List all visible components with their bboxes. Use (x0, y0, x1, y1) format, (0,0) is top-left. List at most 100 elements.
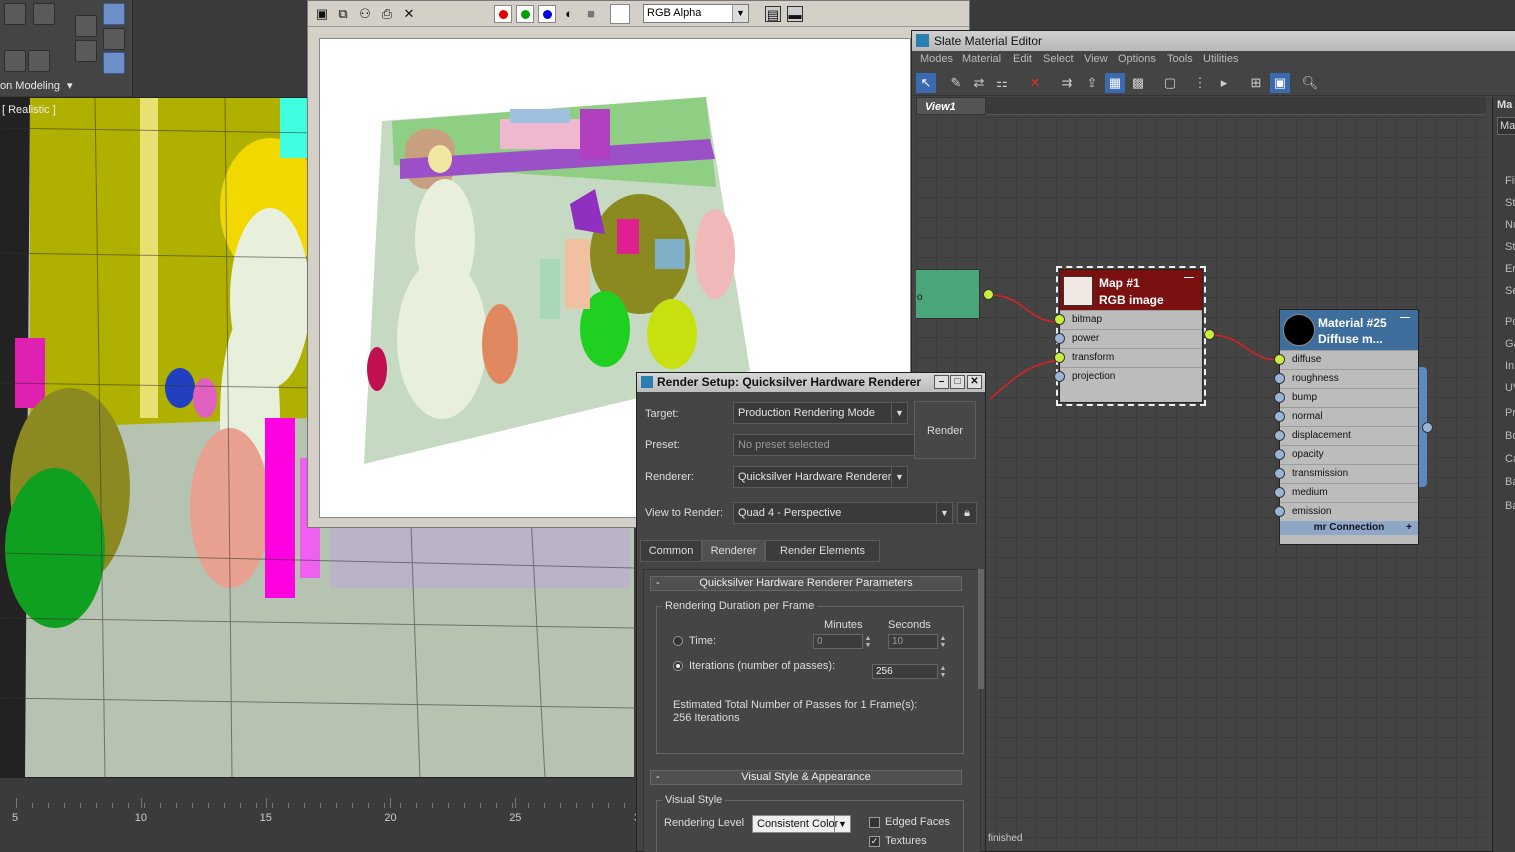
renderer-dropdown[interactable]: Quicksilver Hardware Renderer ▼ (733, 466, 908, 488)
move-up-icon[interactable] (75, 15, 97, 37)
viewport-label[interactable]: [ Realistic ] (2, 104, 56, 116)
delete-icon[interactable]: ✕ (1025, 73, 1045, 93)
alpha-icon[interactable]: ◐ (561, 6, 577, 22)
preset-dropdown[interactable]: No preset selected ▼ (733, 434, 933, 456)
edged-faces-checkbox[interactable] (869, 817, 880, 828)
map-node-header[interactable]: Map #1 RGB image — (1060, 270, 1202, 310)
box-icon[interactable] (4, 3, 26, 25)
input-socket[interactable] (1054, 314, 1065, 325)
layout-children-icon[interactable]: ▸ (1214, 73, 1234, 93)
node-slot-diffuse[interactable]: diffuse (1274, 350, 1418, 369)
clear-icon[interactable]: ✕ (401, 6, 417, 22)
node-slot-normal[interactable]: normal (1274, 407, 1418, 426)
target-dropdown[interactable]: Production Rendering Mode ▼ (733, 402, 908, 424)
menu-modes[interactable]: Modes (920, 53, 953, 65)
node-slot-emission[interactable]: emission (1274, 502, 1418, 521)
input-socket[interactable] (1274, 392, 1285, 403)
lock-icon[interactable]: 🔒︎ (957, 502, 977, 524)
toggle-ui-icon[interactable]: ▤ (765, 6, 781, 22)
node-slot-projection[interactable]: projection (1054, 367, 1202, 386)
layout-vertical-icon[interactable]: ⋮ (1190, 73, 1210, 93)
red-channel-toggle[interactable] (494, 5, 512, 23)
tab-common[interactable]: Common (640, 540, 702, 562)
map-node[interactable]: Map #1 RGB image — bitmap power transform p… (1054, 266, 1206, 406)
input-socket[interactable] (1274, 430, 1285, 441)
parameter-editor-icon[interactable]: ⊞ (1246, 73, 1266, 93)
copy-icon[interactable]: ⧉ (335, 6, 351, 22)
toggle-overlay-icon[interactable]: ▬ (787, 6, 803, 22)
view-to-render-dropdown[interactable]: Quad 4 - Perspective ▼ (733, 502, 953, 524)
visual-style-rollout-header[interactable]: - Visual Style & Appearance (650, 770, 962, 785)
tab-renderer[interactable]: Renderer (702, 540, 765, 562)
qs-params-rollout-header[interactable]: - Quicksilver Hardware Renderer Paramete… (650, 576, 962, 591)
node-slot-transmission[interactable]: transmission (1274, 464, 1418, 483)
rendering-level-dropdown[interactable]: Consistent Color ▼ (752, 815, 851, 833)
minimize-button[interactable]: – (934, 375, 949, 389)
menu-material[interactable]: Material (962, 53, 1001, 65)
search-icon[interactable]: 🔍︎ (1300, 73, 1320, 93)
input-socket[interactable] (1274, 487, 1285, 498)
input-socket[interactable] (1054, 352, 1065, 363)
snap-icon[interactable] (4, 50, 26, 72)
time-seconds-spinner[interactable]: 10 ▲ ▼ (888, 634, 946, 649)
timeline-ruler[interactable]: 5101520253035404550 (0, 777, 1145, 852)
green-channel-toggle[interactable] (516, 5, 534, 23)
pick-material-icon[interactable]: ✎ (946, 73, 966, 93)
preview-icon[interactable]: ▢ (1160, 73, 1180, 93)
time-minutes-spinner[interactable]: 0 ▲ ▼ (813, 634, 871, 649)
input-socket[interactable] (1274, 468, 1285, 479)
expand-icon[interactable]: + (1406, 521, 1412, 535)
material-node[interactable]: Material #25 Diffuse m... — diffuse rough… (1274, 309, 1419, 545)
collapse-icon[interactable]: — (1184, 272, 1194, 283)
material-map-browser-icon[interactable]: ▣ (1270, 73, 1290, 93)
put-to-scene-icon[interactable]: ⇄ (969, 73, 989, 93)
node-slot-bump[interactable]: bump (1274, 388, 1418, 407)
material-output-socket[interactable] (1422, 422, 1433, 433)
spinner-arrows-icon[interactable]: ▲ ▼ (938, 635, 948, 650)
render-setup-title-bar[interactable]: Render Setup: Quicksilver Hardware Rende… (637, 373, 985, 392)
map-output-socket[interactable] (1204, 329, 1215, 340)
clone-icon[interactable]: ⚇ (357, 6, 373, 22)
input-socket[interactable] (1274, 373, 1285, 384)
ribbon-dropdown[interactable]: on Modeling ▾ (0, 78, 73, 94)
input-socket[interactable] (1054, 371, 1065, 382)
material-node-header[interactable]: Material #25 Diffuse m... — (1280, 310, 1418, 350)
render-button[interactable]: Render (914, 401, 976, 459)
node-slot-transform[interactable]: transform (1054, 348, 1202, 367)
input-socket[interactable] (1274, 449, 1285, 460)
background-icon[interactable]: ▩ (1128, 73, 1148, 93)
slate-title-bar[interactable]: Slate Material Editor (912, 31, 1515, 51)
node-slot-opacity[interactable]: opacity (1274, 445, 1418, 464)
textures-checkbox[interactable]: ✓ (869, 836, 880, 847)
blue-channel-toggle[interactable] (538, 5, 556, 23)
collapse-icon[interactable]: — (1400, 312, 1410, 323)
print-icon[interactable]: ⎙ (379, 6, 395, 22)
spinner-arrows-icon[interactable]: ▲ ▼ (863, 635, 873, 650)
input-socket[interactable] (1274, 354, 1285, 365)
upstream-node[interactable]: o (916, 269, 980, 319)
show-map-icon[interactable]: ▦ (1105, 73, 1125, 93)
upstream-output-socket[interactable] (983, 289, 994, 300)
node-slot-bitmap[interactable]: bitmap (1054, 310, 1202, 329)
time-radio[interactable] (673, 636, 683, 646)
assign-material-icon[interactable]: ⚏ (992, 73, 1012, 93)
node-slot-displacement[interactable]: displacement (1274, 426, 1418, 445)
iterations-radio[interactable] (673, 661, 683, 671)
maximize-button[interactable]: □ (950, 375, 965, 389)
move-down-icon[interactable] (75, 40, 97, 62)
input-socket[interactable] (1054, 333, 1065, 344)
color-swatch[interactable] (610, 4, 630, 24)
target-icon[interactable] (28, 50, 50, 72)
mono-icon[interactable]: ■ (583, 6, 599, 22)
spinner-arrows-icon[interactable]: ▲ ▼ (938, 665, 948, 680)
mr-connection-footer[interactable]: mr Connection + (1280, 521, 1418, 535)
menu-edit[interactable]: Edit (1013, 53, 1032, 65)
menu-view[interactable]: View (1084, 53, 1108, 65)
tab-render-elements[interactable]: Render Elements (765, 540, 880, 562)
menu-tools[interactable]: Tools (1167, 53, 1193, 65)
settings-scrollbar[interactable] (978, 569, 984, 689)
menu-utilities[interactable]: Utilities (1203, 53, 1238, 65)
close-button[interactable]: ✕ (967, 375, 982, 389)
menu-select[interactable]: Select (1043, 53, 1074, 65)
parameter-name-field[interactable]: Ma (1497, 117, 1515, 135)
